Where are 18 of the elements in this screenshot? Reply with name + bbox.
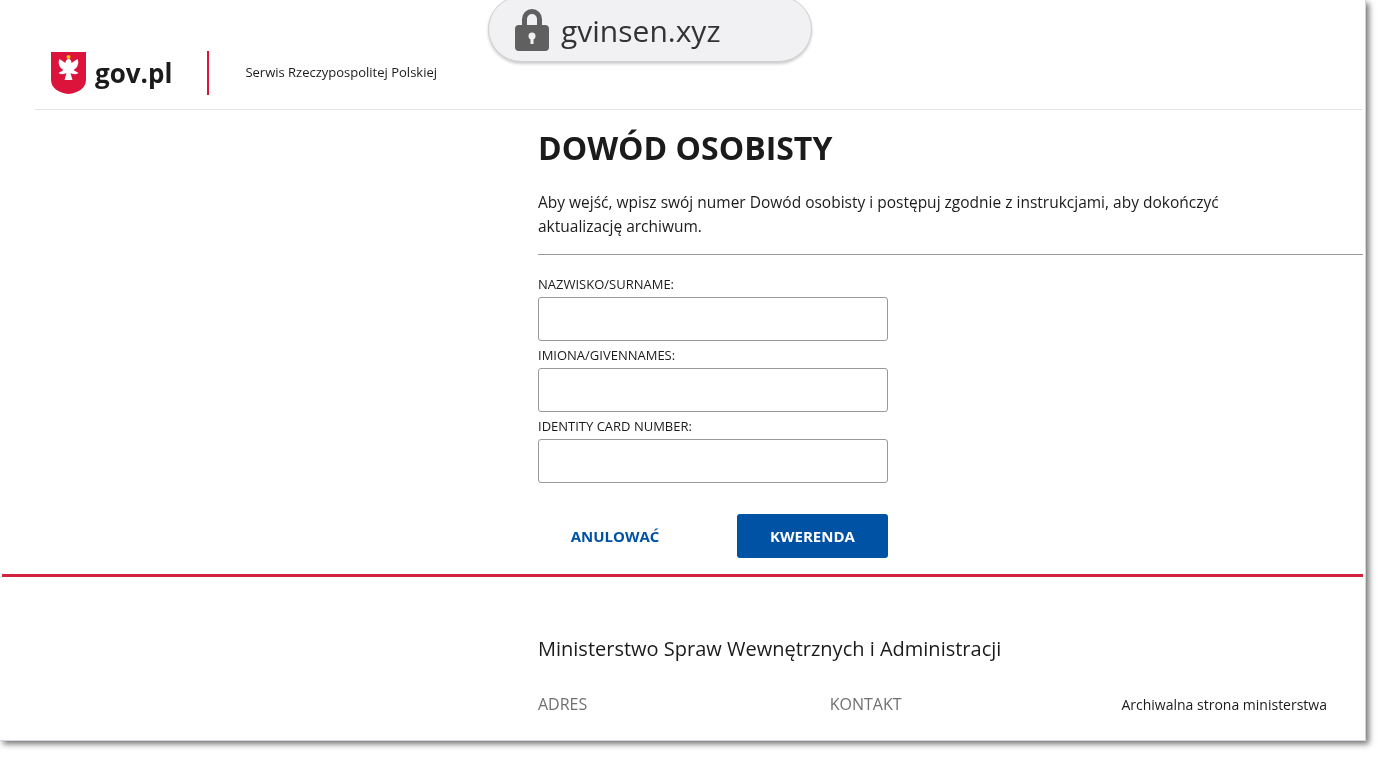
input-field[interactable] (538, 439, 888, 483)
ministry-name: Ministerstwo Spraw Wewnętrznych i Administracji (538, 634, 1003, 664)
submit-button[interactable]: KWERENDA (737, 514, 888, 558)
footer-link[interactable]: Archiwalna strona ministerstwa (1121, 693, 1327, 715)
lock-icon (515, 7, 549, 51)
footer-link[interactable]: ADRES (538, 692, 830, 716)
intro-text: Aby wejść, wpisz swój numer Dowód osobisty i postępuj zgodnie z instrukcjami, aby dokończyć aktualizację archiwum. (538, 190, 1220, 238)
field-label: IDENTITY CARD NUMBER: (538, 417, 693, 435)
page-title: DOWÓD OSOBISTY (538, 128, 834, 168)
field-label: NAZWISKO/SURNAME: (538, 275, 676, 293)
field-label: IMIONA/GIVENNAMES: (538, 346, 677, 364)
address-bar[interactable]: gvinsen.xyz (488, 0, 812, 62)
service-name: Serwis Rzeczypospolitej Polskiej (245, 62, 438, 83)
cancel-link[interactable]: ANULOWAĆ (538, 514, 692, 558)
coat-of-arms-icon (50, 50, 87, 95)
input-field[interactable] (538, 368, 888, 412)
input-field[interactable] (538, 297, 888, 341)
footer-link[interactable]: KONTAKT (829, 692, 1122, 716)
